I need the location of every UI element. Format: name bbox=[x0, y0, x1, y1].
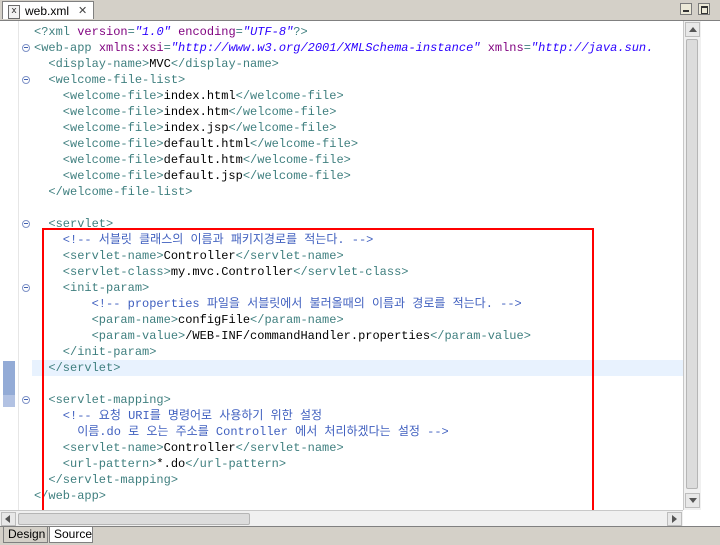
xml-markup: <web-app bbox=[34, 41, 99, 55]
xml-markup bbox=[480, 41, 487, 55]
fold-toggle-icon[interactable] bbox=[22, 396, 30, 404]
tab-web-xml[interactable]: x web.xml ✕ bbox=[2, 1, 94, 19]
attribute-value: "http://www.w3.org/2001/XMLSchema-instan… bbox=[170, 41, 481, 55]
editor-tab-bar: x web.xml ✕ bbox=[0, 0, 720, 21]
xml-markup: <welcome-file> bbox=[34, 137, 164, 151]
xml-markup bbox=[171, 25, 178, 39]
code-line[interactable]: <welcome-file>default.htm</welcome-file> bbox=[34, 152, 683, 168]
code-line[interactable]: <welcome-file>index.htm</welcome-file> bbox=[34, 104, 683, 120]
xml-markup: = bbox=[127, 25, 135, 39]
text-content: default.htm bbox=[163, 153, 243, 167]
attribute-value: "1.0" bbox=[134, 25, 171, 39]
tab-title: web.xml bbox=[25, 4, 70, 18]
text-content: index.htm bbox=[163, 105, 229, 119]
xml-markup: <welcome-file> bbox=[34, 169, 164, 183]
fold-toggle-icon[interactable] bbox=[22, 284, 30, 292]
minimize-button[interactable] bbox=[680, 3, 692, 15]
code-line[interactable]: <welcome-file>index.jsp</welcome-file> bbox=[34, 120, 683, 136]
attribute-name: encoding bbox=[178, 25, 236, 39]
xml-markup: ?> bbox=[293, 25, 308, 39]
xml-markup: </welcome-file> bbox=[250, 137, 359, 151]
xml-markup: = bbox=[163, 41, 171, 55]
text-content: default.jsp bbox=[163, 169, 243, 183]
text-content: index.html bbox=[163, 89, 236, 103]
code-line[interactable]: <?xml version="1.0" encoding="UTF-8"?> bbox=[34, 24, 683, 40]
xml-markup: </welcome-file> bbox=[242, 153, 351, 167]
fold-toggle-icon[interactable] bbox=[22, 76, 30, 84]
vertical-scroll-thumb[interactable] bbox=[686, 39, 698, 489]
xml-markup: </welcome-file> bbox=[228, 121, 337, 135]
fold-toggle-icon[interactable] bbox=[22, 220, 30, 228]
code-line[interactable]: <welcome-file>default.jsp</welcome-file> bbox=[34, 168, 683, 184]
fold-toggle-icon[interactable] bbox=[22, 44, 30, 52]
scroll-up-arrow-icon[interactable] bbox=[685, 22, 700, 37]
code-line[interactable]: <welcome-file>index.html</welcome-file> bbox=[34, 88, 683, 104]
selection-marker bbox=[3, 361, 15, 395]
attribute-value: "http://java.sun. bbox=[530, 41, 654, 55]
xml-markup: </welcome-file> bbox=[228, 105, 337, 119]
xml-markup: <display-name> bbox=[34, 57, 150, 71]
scroll-right-arrow-icon[interactable] bbox=[667, 512, 682, 526]
code-line[interactable]: <display-name>MVC</display-name> bbox=[34, 56, 683, 72]
xml-markup: </welcome-file> bbox=[242, 169, 351, 183]
maximize-button[interactable] bbox=[698, 3, 710, 15]
xml-file-icon: x bbox=[8, 5, 20, 19]
source-editor[interactable]: <?xml version="1.0" encoding="UTF-8"?> <w… bbox=[0, 21, 683, 510]
xml-markup: <welcome-file-list> bbox=[34, 73, 186, 87]
tab-source[interactable]: Source bbox=[49, 527, 93, 543]
scroll-down-arrow-icon[interactable] bbox=[685, 493, 700, 508]
code-line[interactable]: <web-app xmlns:xsi="http://www.w3.org/20… bbox=[34, 40, 683, 56]
xml-markup: <welcome-file> bbox=[34, 89, 164, 103]
code-line[interactable]: <welcome-file-list> bbox=[34, 72, 683, 88]
attribute-name: version bbox=[77, 25, 128, 39]
xml-markup: = bbox=[523, 41, 531, 55]
xml-markup: <?xml bbox=[34, 25, 78, 39]
xml-markup: </welcome-file> bbox=[235, 89, 344, 103]
vertical-scrollbar[interactable] bbox=[683, 21, 701, 510]
xml-markup: <welcome-file> bbox=[34, 153, 164, 167]
close-icon[interactable]: ✕ bbox=[78, 4, 87, 17]
tab-design[interactable]: Design bbox=[3, 527, 48, 543]
horizontal-scrollbar[interactable] bbox=[0, 510, 683, 527]
text-content: MVC bbox=[149, 57, 171, 71]
xml-markup: <welcome-file> bbox=[34, 105, 164, 119]
horizontal-scroll-thumb[interactable] bbox=[18, 513, 250, 525]
code-line[interactable] bbox=[34, 200, 683, 216]
current-line-marker bbox=[3, 395, 15, 407]
scroll-left-arrow-icon[interactable] bbox=[1, 512, 16, 526]
xml-markup: </display-name> bbox=[170, 57, 279, 71]
text-content: default.html bbox=[163, 137, 251, 151]
attribute-name: xmlns bbox=[487, 41, 524, 55]
annotation-highlight-box bbox=[42, 228, 594, 510]
code-line[interactable]: <welcome-file>default.html</welcome-file… bbox=[34, 136, 683, 152]
vertical-ruler[interactable] bbox=[0, 21, 19, 510]
editor-mode-tabs: Design Source bbox=[0, 526, 720, 545]
code-line[interactable]: </welcome-file-list> bbox=[34, 184, 683, 200]
text-content: index.jsp bbox=[163, 121, 229, 135]
attribute-value: "UTF-8" bbox=[242, 25, 294, 39]
xml-markup: = bbox=[235, 25, 243, 39]
xml-markup: </welcome-file-list> bbox=[34, 185, 193, 199]
attribute-name: xmlns:xsi bbox=[98, 41, 164, 55]
xml-markup: <welcome-file> bbox=[34, 121, 164, 135]
